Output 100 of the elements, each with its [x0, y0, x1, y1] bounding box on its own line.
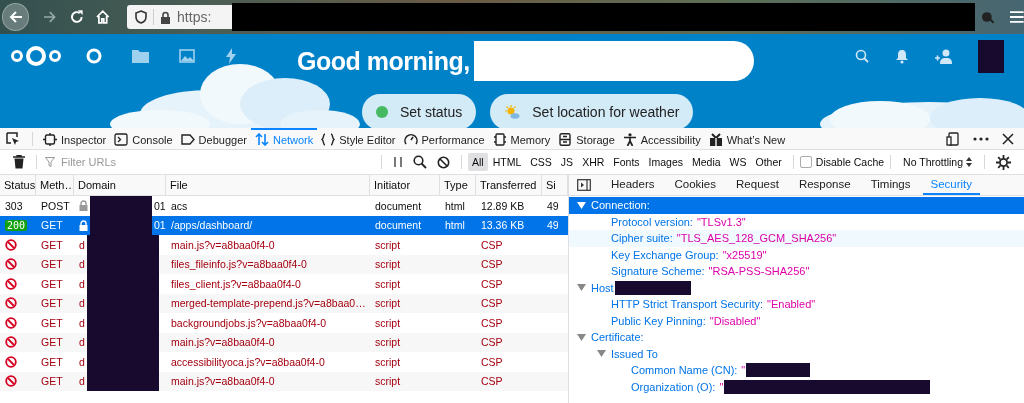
- forward-icon[interactable]: [42, 9, 58, 25]
- request-row[interactable]: 303 POST 01 acs document html 12.89 KB 49: [0, 196, 568, 216]
- request-row[interactable]: GET d accessibilityoca.js?v=a8baa0f4-0 script CSP: [0, 352, 568, 372]
- close-icon[interactable]: [1002, 132, 1014, 145]
- more-icon[interactable]: [973, 136, 989, 141]
- image-icon[interactable]: [179, 49, 195, 63]
- caret-icon[interactable]: [577, 333, 586, 341]
- details-tab[interactable]: Response: [790, 175, 859, 195]
- column-header[interactable]: Status: [0, 175, 36, 195]
- devtools-tab[interactable]: Performance: [399, 128, 489, 149]
- devtools-tab[interactable]: Accessibility: [618, 128, 705, 149]
- devtools-tab[interactable]: Inspector: [39, 128, 111, 149]
- type-filter-button[interactable]: WS: [725, 153, 751, 171]
- column-header[interactable]: Transferred: [476, 175, 542, 195]
- back-button[interactable]: [2, 3, 30, 31]
- table-cell: d: [79, 297, 85, 310]
- logo-icon[interactable]: [10, 45, 62, 67]
- devtools-tab[interactable]: Style Editor: [317, 128, 400, 149]
- contacts-icon[interactable]: [935, 48, 952, 64]
- checkbox[interactable]: [799, 156, 812, 168]
- details-tab[interactable]: Cookies: [666, 175, 725, 195]
- updown-caret-icon: [966, 157, 972, 167]
- type-filter-button[interactable]: HTML: [488, 153, 526, 171]
- pause-icon[interactable]: [393, 156, 403, 168]
- column-header[interactable]: Initiator: [370, 175, 440, 195]
- devtools-tab[interactable]: Storage: [554, 128, 619, 149]
- table-cell: script: [375, 258, 401, 271]
- address-field[interactable]: https:: [127, 5, 233, 29]
- type-filter-button[interactable]: CSS: [526, 153, 556, 171]
- url-text: https:: [177, 9, 212, 25]
- caret-icon[interactable]: [577, 284, 586, 292]
- devtools-tab[interactable]: Console: [110, 128, 177, 149]
- details-tab[interactable]: Security: [922, 175, 981, 195]
- table-cell: d: [79, 336, 85, 349]
- reload-icon[interactable]: [68, 9, 85, 25]
- shield-icon[interactable]: [135, 10, 148, 24]
- table-cell: GET: [41, 297, 63, 310]
- weather-button[interactable]: Set location for weather: [490, 94, 694, 128]
- request-row[interactable]: GET d files_client.js?v=a8baa0f4-0 script CSP: [0, 274, 568, 294]
- details-tab[interactable]: Timings: [862, 175, 919, 195]
- filter-field[interactable]: Filter URLs: [59, 155, 263, 169]
- table-cell: GET: [41, 277, 63, 290]
- checkbox-label[interactable]: Disable Cache: [815, 156, 885, 168]
- memory-icon: [492, 133, 507, 146]
- request-row[interactable]: GET d merged-template-prepend.js?v=a8baa0… script CSP: [0, 293, 568, 313]
- request-row[interactable]: GET d backgroundjobs.js?v=a8baa0f4-0 script CSP: [0, 313, 568, 333]
- section-label: Issued To: [611, 347, 658, 360]
- network-icon: [254, 133, 269, 146]
- menu-icon[interactable]: [1010, 11, 1024, 23]
- blocked-icon: [5, 375, 17, 388]
- type-filter-button[interactable]: Images: [644, 153, 687, 171]
- devtools-tab[interactable]: Memory: [488, 128, 555, 149]
- column-header[interactable]: Si: [542, 175, 568, 195]
- devtools-tab[interactable]: Debugger: [176, 128, 251, 149]
- column-header[interactable]: Domain: [74, 175, 166, 195]
- tree-item[interactable]: Cipher suite: "TLS_AES_128_GCM_SHA256": [569, 230, 1024, 247]
- element-picker-icon[interactable]: [6, 131, 20, 146]
- request-row[interactable]: 200 GET 01 /apps/dashboard/ document html 13.36 KB 49: [0, 215, 568, 235]
- folder-icon[interactable]: [132, 49, 149, 63]
- type-filter-button[interactable]: Media: [688, 153, 725, 171]
- table-cell: backgroundjobs.js?v=a8baa0f4-0: [171, 316, 326, 329]
- throttling-select[interactable]: No Throttling: [897, 156, 978, 168]
- extension-icon[interactable]: [980, 10, 995, 24]
- details-tab[interactable]: Request: [728, 175, 787, 195]
- property-value: "TLSv1.3": [696, 215, 746, 228]
- type-filter-button[interactable]: All: [468, 153, 488, 171]
- column-header[interactable]: Type: [440, 175, 476, 195]
- details-tab[interactable]: Headers: [603, 175, 663, 195]
- request-row[interactable]: GET d main.js?v=a8baa0f4-0 script CSP: [0, 235, 568, 255]
- request-row[interactable]: GET d main.js?v=a8baa0f4-0 script CSP: [0, 332, 568, 352]
- devtools-tab[interactable]: What’s New: [704, 128, 790, 149]
- table-cell: GET: [41, 355, 63, 368]
- search-icon[interactable]: [413, 155, 427, 169]
- caret-icon[interactable]: [597, 350, 606, 358]
- type-filter-button[interactable]: Other: [751, 153, 786, 171]
- avatar[interactable]: [978, 39, 1004, 73]
- performance-icon: [403, 133, 418, 146]
- caret-icon[interactable]: [577, 201, 586, 209]
- bell-icon[interactable]: [895, 48, 909, 64]
- home-icon[interactable]: [95, 9, 112, 25]
- settings-icon[interactable]: [996, 154, 1011, 170]
- type-filter-button[interactable]: Fonts: [609, 153, 644, 171]
- block-icon[interactable]: [437, 155, 450, 169]
- table-cell: GET: [41, 375, 63, 388]
- request-row[interactable]: GET d files_fileinfo.js?v=a8baa0f4-0 script CSP: [0, 254, 568, 274]
- circle-icon[interactable]: [86, 48, 102, 64]
- table-cell: 13.36 KB: [481, 219, 525, 232]
- tree-section[interactable]: Connection:: [569, 197, 1024, 214]
- column-header[interactable]: File: [166, 175, 370, 195]
- request-row[interactable]: GET d main.js?v=a8baa0f4-0 script CSP: [0, 371, 568, 391]
- column-header[interactable]: Meth…: [36, 175, 74, 195]
- table-cell: 01: [154, 219, 166, 232]
- responsive-icon[interactable]: [946, 131, 960, 146]
- type-filter-button[interactable]: JS: [556, 153, 578, 171]
- lightning-icon[interactable]: [225, 48, 237, 64]
- trash-icon[interactable]: [13, 155, 25, 169]
- sidebar-toggle-icon[interactable]: [577, 179, 591, 191]
- section-label: Certificate:: [591, 331, 644, 344]
- status-button[interactable]: Set status: [362, 94, 477, 128]
- type-filter-button[interactable]: XHR: [578, 153, 609, 171]
